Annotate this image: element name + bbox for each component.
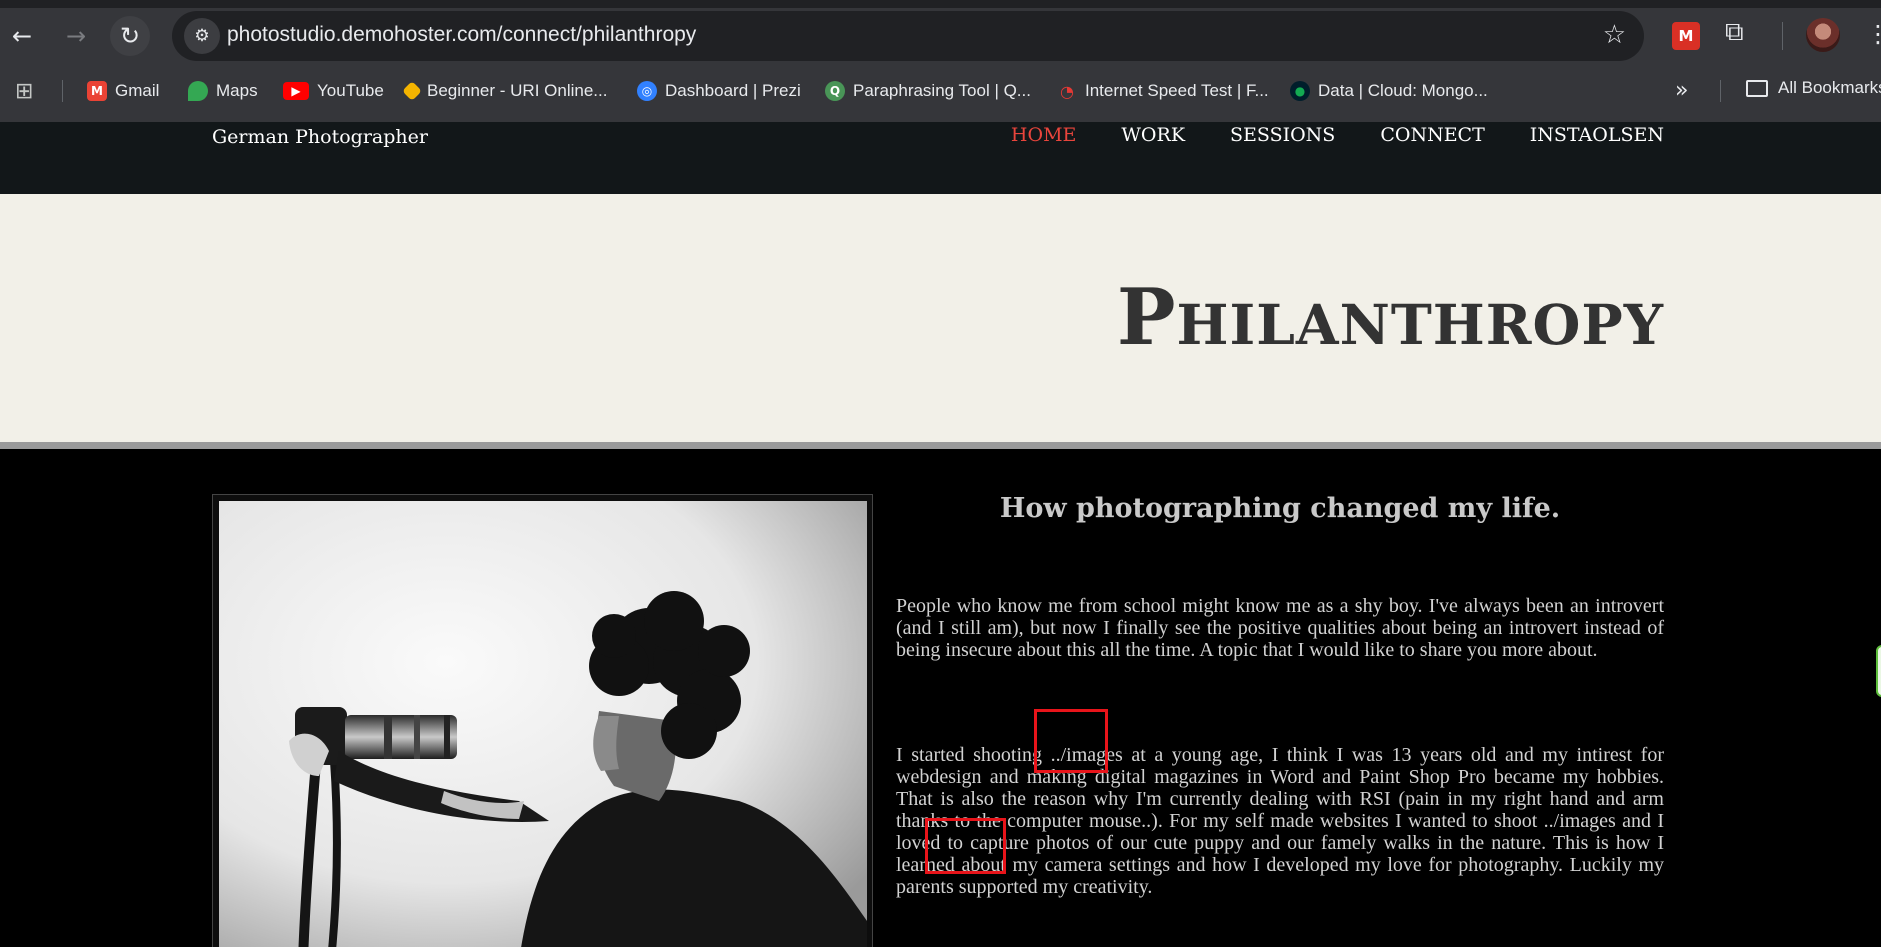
site-brand[interactable]: German Photographer xyxy=(212,126,428,148)
extensions-puzzle-icon[interactable]: ⧉ xyxy=(1725,17,1744,48)
reload-icon[interactable]: ↻ xyxy=(110,16,150,56)
browser-chrome: ← → ↻ ⚙ photostudio.demohoster.com/conne… xyxy=(0,0,1881,122)
nav-instaolsen[interactable]: INSTAOLSEN xyxy=(1530,124,1664,146)
bookmark-label: Data | Cloud: Mongo... xyxy=(1318,81,1488,100)
mongodb-icon: ● xyxy=(1290,81,1310,101)
bookmark-label: YouTube xyxy=(317,81,384,100)
nav-home[interactable]: HOME xyxy=(1011,124,1076,146)
hero-divider xyxy=(0,442,1881,449)
back-icon[interactable]: ← xyxy=(2,16,42,56)
bookmark-label: Paraphrasing Tool | Q... xyxy=(853,81,1031,100)
maps-icon xyxy=(188,81,208,101)
site-header: German Photographer HOME WORK SESSIONS C… xyxy=(0,122,1881,194)
section-heading: How photographing changed my life. xyxy=(999,493,1561,524)
address-bar[interactable]: ⚙ photostudio.demohoster.com/connect/phi… xyxy=(172,11,1644,61)
nav-connect[interactable]: CONNECT xyxy=(1380,124,1484,146)
profile-avatar[interactable] xyxy=(1806,18,1840,52)
highlight-box xyxy=(1034,709,1108,773)
bookmark-uri[interactable]: Beginner - URI Online... xyxy=(402,78,608,104)
url-text[interactable]: photostudio.demohoster.com/connect/phila… xyxy=(227,23,696,47)
bookmark-label: Maps xyxy=(216,81,258,100)
bookmark-youtube[interactable]: ▶ YouTube xyxy=(283,78,384,104)
youtube-icon: ▶ xyxy=(283,82,309,100)
bookmark-star-icon[interactable]: ☆ xyxy=(1603,20,1626,50)
nav-work[interactable]: WORK xyxy=(1121,124,1185,146)
bookmark-mongodb[interactable]: ● Data | Cloud: Mongo... xyxy=(1290,78,1488,104)
page-title: Philanthropy xyxy=(1116,272,1664,363)
bookmark-label: Gmail xyxy=(115,81,160,100)
browser-menu-icon[interactable]: ⋮ xyxy=(1866,20,1881,48)
page-hero: Philanthropy xyxy=(0,194,1881,442)
main-nav: HOME WORK SESSIONS CONNECT INSTAOLSEN xyxy=(1011,124,1664,146)
bookmarks-divider xyxy=(1720,80,1721,102)
all-bookmarks-button[interactable]: All Bookmarks xyxy=(1746,78,1881,98)
bookmark-label: Internet Speed Test | F... xyxy=(1085,81,1269,100)
apps-grid-icon[interactable]: ⊞ xyxy=(15,80,39,104)
bookmarks-divider xyxy=(62,80,63,102)
toolbar-divider xyxy=(1782,22,1783,50)
bookmark-prezi[interactable]: ◎ Dashboard | Prezi xyxy=(637,78,801,104)
bookmark-gmail[interactable]: M Gmail xyxy=(87,78,159,104)
story-paragraph: I started shooting ../images at a young … xyxy=(896,744,1664,898)
speedtest-icon: ◔ xyxy=(1060,81,1074,101)
bookmark-label: Dashboard | Prezi xyxy=(665,81,801,100)
uri-icon xyxy=(402,81,422,101)
photographer-photo xyxy=(219,501,867,947)
bookmark-quillbot[interactable]: Q Paraphrasing Tool | Q... xyxy=(825,78,1031,104)
bookmark-label: Beginner - URI Online... xyxy=(427,81,608,100)
photo-frame xyxy=(212,494,873,947)
gmail-icon: M xyxy=(87,81,107,101)
nav-sessions[interactable]: SESSIONS xyxy=(1230,124,1335,146)
bookmarks-bar: ⊞ M Gmail Maps ▶ YouTube Beginner - URI … xyxy=(0,70,1881,110)
more-bookmarks-icon[interactable]: » xyxy=(1675,78,1688,103)
tab-strip xyxy=(0,0,1881,8)
mendeley-extension-icon[interactable]: M xyxy=(1672,22,1700,50)
quillbot-icon: Q xyxy=(825,81,845,101)
prezi-icon: ◎ xyxy=(637,81,657,101)
intro-paragraph: People who know me from school might kno… xyxy=(896,595,1664,661)
site-settings-icon[interactable]: ⚙ xyxy=(184,18,220,54)
folder-icon xyxy=(1746,79,1768,97)
all-bookmarks-label: All Bookmarks xyxy=(1778,78,1881,97)
bookmark-maps[interactable]: Maps xyxy=(188,78,258,104)
bookmark-speedtest[interactable]: ◔ Internet Speed Test | F... xyxy=(1057,78,1269,104)
side-widget-tab[interactable] xyxy=(1876,645,1881,697)
forward-icon[interactable]: → xyxy=(56,16,96,56)
highlight-box xyxy=(925,818,1006,874)
